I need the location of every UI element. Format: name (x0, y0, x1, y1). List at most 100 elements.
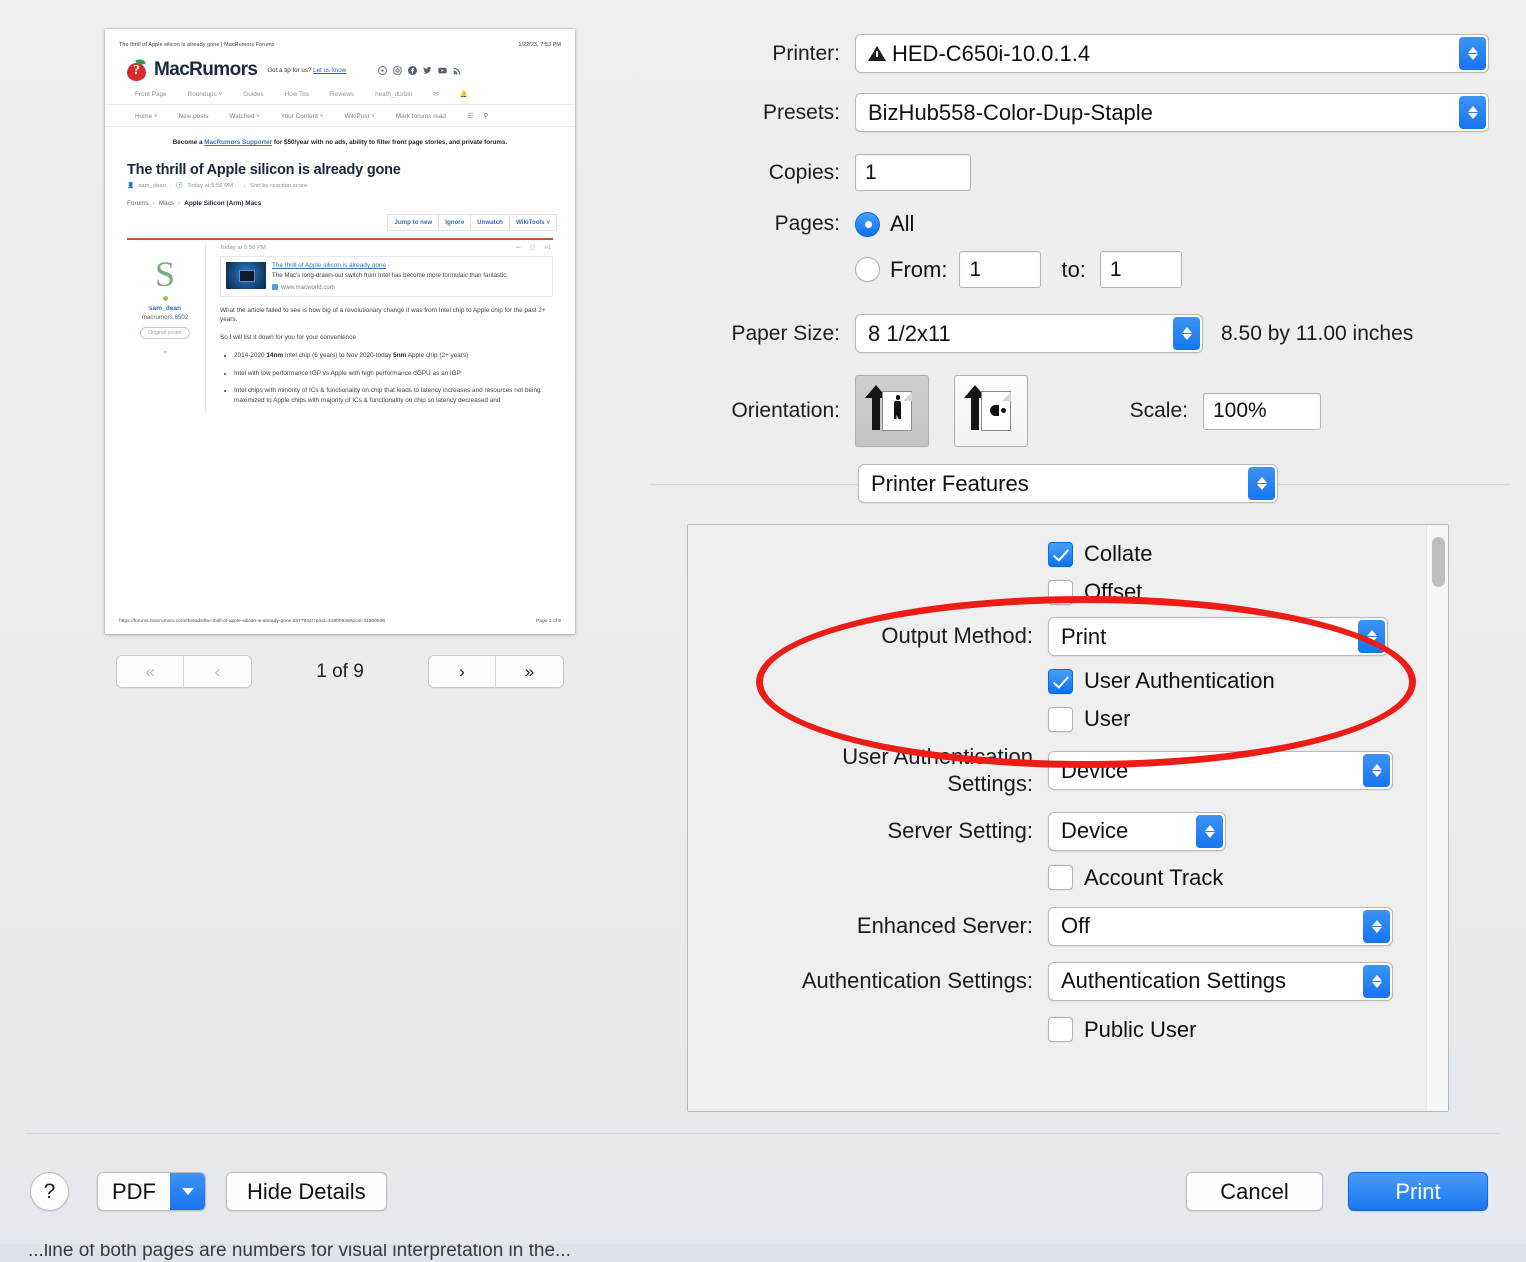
pages-from-input[interactable]: 1 (959, 251, 1042, 288)
link-card-title[interactable]: The thrill of Apple silicon is already g… (272, 262, 547, 269)
server-setting-select[interactable]: Device (1048, 811, 1226, 851)
jump-to-new-button[interactable]: Jump to new (388, 214, 440, 230)
page-indicator: 1 of 9 (316, 660, 364, 682)
breadcrumb-macs[interactable]: Macs (159, 200, 174, 207)
help-button[interactable]: ? (30, 1172, 69, 1211)
ignore-button[interactable]: Ignore (439, 214, 472, 230)
account-track-checkbox-group[interactable]: Account Track (1048, 865, 1223, 891)
copies-input[interactable]: 1 (855, 154, 971, 191)
cancel-button[interactable]: Cancel (1186, 1172, 1323, 1211)
presets-select[interactable]: BizHub558-Color-Dup-Staple (855, 93, 1489, 132)
printer-select[interactable]: HED-C650i-10.0.1.4 (855, 34, 1489, 73)
nav-watched[interactable]: Watched ˅ (229, 113, 260, 120)
post-body-column: Today at 5:56 PM ⇚ ▢ #1 The thrill of Ap… (205, 243, 555, 414)
bullet1-part-c: Intel chip (6 years) to Nov 2020-today (283, 352, 394, 360)
pages-all-row: Pages: All (650, 211, 1510, 237)
output-method-stepper-icon[interactable] (1358, 620, 1385, 653)
tip-prompt: Got a tip for us? Let us know (267, 67, 346, 74)
server-setting-stepper-icon[interactable] (1196, 814, 1223, 848)
next-page-button[interactable]: › (429, 656, 496, 687)
orientation-landscape-button[interactable] (954, 375, 1028, 447)
enhanced-server-stepper-icon[interactable] (1363, 909, 1390, 943)
offset-checkbox[interactable] (1048, 579, 1073, 605)
authentication-settings-select[interactable]: Authentication Settings (1048, 961, 1393, 1001)
user-auth-settings-stepper-icon[interactable] (1363, 754, 1390, 788)
wikitools-button[interactable]: WikiTools ˅ (510, 215, 556, 230)
nav-front-page[interactable]: Front Page (135, 91, 167, 98)
mail-icon[interactable]: ✉ (433, 90, 438, 98)
output-method-select[interactable]: Print (1048, 617, 1388, 656)
nav-mark-forums-read[interactable]: Mark forums read (396, 113, 446, 120)
list-icon[interactable]: ☰ (467, 112, 473, 120)
enhanced-server-select[interactable]: Off (1048, 906, 1393, 946)
bookmark-icon[interactable]: ▢ (530, 245, 536, 251)
pdf-button[interactable]: PDF (97, 1172, 206, 1211)
authentication-settings-stepper-icon[interactable] (1363, 964, 1390, 998)
user-checkbox[interactable] (1048, 706, 1073, 732)
nav-home[interactable]: Home ˅ (135, 113, 158, 120)
user-auth-settings-select[interactable]: Device (1048, 751, 1393, 791)
last-page-button[interactable]: » (496, 656, 563, 687)
account-track-checkbox[interactable] (1048, 865, 1073, 891)
dialog-button-bar: ? PDF Hide Details Cancel Print (0, 1172, 1526, 1224)
print-button[interactable]: Print (1348, 1172, 1488, 1211)
post-time: Today at 5:56 PM (220, 245, 266, 252)
pages-all-option[interactable]: All (855, 211, 914, 237)
unwatch-button[interactable]: Unwatch (471, 214, 510, 230)
collate-checkbox-group[interactable]: Collate (1048, 541, 1152, 567)
search-icon[interactable]: ⚲ (483, 112, 488, 120)
share-icon[interactable]: ⇚ (516, 245, 521, 251)
nav-your-content[interactable]: Your Content ˅ (281, 113, 324, 120)
nav-wikipost[interactable]: WikiPost ˅ (344, 113, 374, 120)
nav-new-posts[interactable]: New posts (179, 113, 209, 120)
previous-page-button[interactable]: ‹ (184, 656, 251, 687)
pages-to-input[interactable]: 1 (1099, 251, 1182, 288)
let-us-know-link[interactable]: Let us know (313, 67, 346, 74)
macrumors-secondary-nav: Home ˅ New posts Watched ˅ Your Content … (105, 105, 575, 127)
paper-size-stepper-icon[interactable] (1173, 317, 1200, 350)
tip-text: Got a tip for us? (267, 66, 312, 74)
nav-guides[interactable]: Guides (243, 91, 263, 98)
supporter-link[interactable]: MacRumors Supporter (204, 139, 272, 146)
presets-stepper-icon[interactable] (1459, 96, 1486, 129)
hide-details-button[interactable]: Hide Details (226, 1172, 387, 1211)
paper-size-select[interactable]: 8 1/2x11 (855, 314, 1203, 353)
thread-action-buttons: Jump to new Ignore Unwatch WikiTools ˅ (105, 207, 575, 231)
features-scrollbar-thumb[interactable] (1432, 537, 1445, 587)
orientation-portrait-button[interactable] (855, 375, 929, 447)
collate-checkbox[interactable] (1048, 541, 1073, 567)
public-user-checkbox[interactable] (1048, 1017, 1073, 1043)
printer-stepper-icon[interactable] (1459, 37, 1486, 70)
link-thumbnail (226, 262, 266, 290)
nav-account-name[interactable]: heath_durbin (375, 91, 412, 98)
nav-reviews[interactable]: Reviews (330, 91, 354, 98)
breadcrumb-forums[interactable]: Forums (127, 200, 149, 207)
nav-how-tos[interactable]: How Tos (285, 91, 309, 98)
printer-label: Printer: (772, 41, 840, 65)
chevron-down-icon[interactable] (170, 1173, 205, 1210)
user-checkbox-group[interactable]: User (1048, 706, 1130, 732)
bullet1-part-e: Apple chip (2+ years) (406, 352, 469, 360)
pages-from-radio[interactable] (855, 257, 880, 282)
pane-select[interactable]: Printer Features (858, 464, 1278, 503)
first-page-button[interactable]: « (117, 656, 184, 687)
post-author-column: S sam_dean macrumors 6502 Original poste… (125, 243, 205, 413)
offset-checkbox-group[interactable]: Offset (1048, 579, 1142, 605)
pages-from-option[interactable]: From: (855, 257, 947, 283)
author-name[interactable]: sam_dean (125, 305, 205, 312)
pages-all-radio[interactable] (855, 211, 880, 237)
post-bullet-list: 2014-2020 14nm Intel chip (6 years) to N… (234, 351, 549, 406)
chevron-down-icon[interactable]: ▾ (125, 349, 205, 356)
bell-icon[interactable]: 🔔 (460, 90, 468, 98)
public-user-checkbox-group[interactable]: Public User (1048, 1017, 1196, 1043)
user-authentication-checkbox[interactable] (1048, 668, 1073, 694)
pane-select-stepper-icon[interactable] (1248, 467, 1275, 500)
link-preview-card[interactable]: The thrill of Apple silicon is already g… (220, 256, 553, 297)
banner-post: for $50/year with no ads, ability to fil… (272, 139, 508, 146)
nav-roundups[interactable]: Roundups ˅ (188, 91, 223, 98)
user-label: User (1084, 706, 1131, 731)
background-document-sliver: ...line of both pages are numbers for vi… (0, 1244, 1526, 1262)
user-authentication-checkbox-group[interactable]: User Authentication (1048, 668, 1275, 694)
scale-input[interactable]: 100% (1203, 392, 1321, 430)
features-scrollbar[interactable] (1426, 525, 1448, 1111)
